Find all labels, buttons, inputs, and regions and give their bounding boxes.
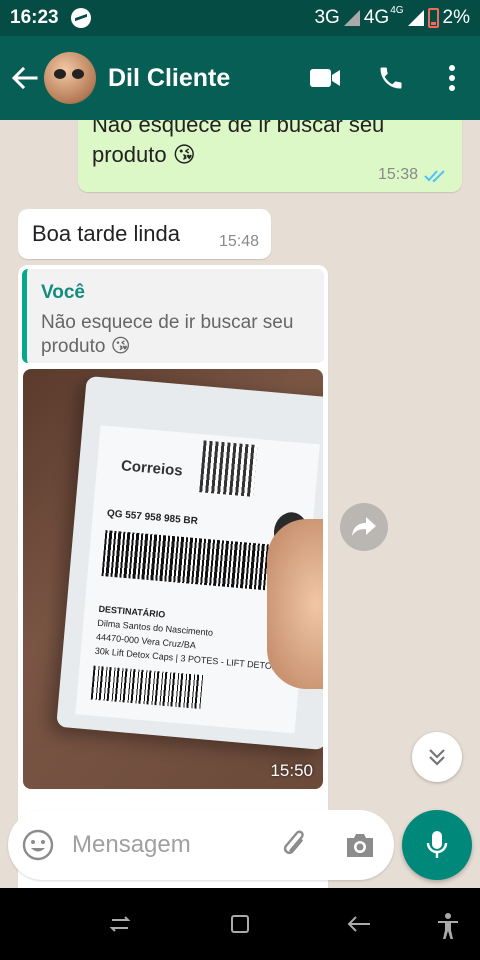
tracking-number: QG 557 958 985 BR xyxy=(106,508,199,528)
quoted-reply[interactable]: Você Não esquece de ir buscar seu produt… xyxy=(22,269,324,363)
message-composer xyxy=(8,810,394,880)
message-photo[interactable]: Correios QG 557 958 985 BR DESTINATÁRIO … xyxy=(23,369,323,789)
signal-4g-icon xyxy=(407,10,424,26)
microphone-icon xyxy=(426,831,448,858)
accessibility-icon[interactable] xyxy=(436,912,460,940)
carrier-logo: Correios xyxy=(120,457,184,480)
video-call-icon xyxy=(310,69,340,87)
barcode xyxy=(101,530,291,593)
read-ticks-icon xyxy=(424,170,445,183)
battery-percent: 2% xyxy=(442,7,470,28)
back-arrow-icon xyxy=(11,66,38,90)
voice-call-button[interactable] xyxy=(358,36,424,120)
messenger-icon xyxy=(70,8,91,28)
status-time: 16:23 xyxy=(10,7,59,28)
contact-avatar[interactable] xyxy=(44,52,96,104)
emoji-icon[interactable] xyxy=(22,829,54,861)
qr-code xyxy=(199,440,258,497)
forward-button[interactable] xyxy=(340,503,388,551)
network-4g-label: 4G xyxy=(363,7,390,28)
recent-apps-icon[interactable] xyxy=(108,912,132,936)
forward-icon xyxy=(352,517,376,536)
chevron-double-down-icon xyxy=(429,749,445,766)
contact-name[interactable]: Dil Cliente xyxy=(108,64,230,93)
message-text: Boa tarde linda xyxy=(32,221,180,246)
barcode-secondary xyxy=(90,665,204,710)
network-3g-label: 3G xyxy=(314,7,340,28)
more-options-icon xyxy=(449,65,455,91)
recipient-header: DESTINATÁRIO xyxy=(98,603,166,620)
home-icon[interactable] xyxy=(228,912,252,936)
back-button[interactable] xyxy=(4,36,44,120)
voice-record-button[interactable] xyxy=(402,810,472,880)
system-navigation-bar xyxy=(0,888,480,960)
scroll-to-bottom-button[interactable] xyxy=(412,732,462,782)
network-4g-sup: 4G xyxy=(390,4,404,16)
message-text: Nao esquece de ir buscar seu produto 😘 xyxy=(92,120,384,170)
message-time: 15:38 xyxy=(377,166,418,183)
chat-area[interactable]: Nao esquece de ir buscar seu produto 😘 1… xyxy=(0,120,480,888)
message-input[interactable] xyxy=(72,828,272,862)
outgoing-message[interactable]: Nao esquece de ir buscar seu produto 😘 1… xyxy=(78,120,462,192)
message-time: 15:48 xyxy=(218,233,259,250)
quoted-text: Não esquece de ir buscar seu produto 😘 xyxy=(41,312,294,357)
status-bar: 16:23 3G 4G 4G 2% xyxy=(0,0,480,36)
message-text-line-2: produto 😘 xyxy=(92,142,196,167)
message-text-line-1: Nao esquece de ir buscar seu xyxy=(92,120,385,137)
incoming-photo-message[interactable]: Você Não esquece de ir buscar seu produt… xyxy=(18,265,328,888)
phone-icon xyxy=(380,67,402,89)
more-options-button[interactable] xyxy=(424,36,480,120)
video-call-button[interactable] xyxy=(292,36,358,120)
battery-icon xyxy=(427,8,439,28)
attachment-icon[interactable] xyxy=(280,829,312,861)
quoted-author: Você xyxy=(41,282,86,303)
incoming-message[interactable]: Boa tarde linda 15:48 xyxy=(18,209,271,259)
hand-image xyxy=(267,519,323,689)
chat-header: Dil Cliente xyxy=(0,36,480,120)
signal-icon xyxy=(343,10,360,26)
back-nav-icon[interactable] xyxy=(346,912,372,936)
status-indicators: 3G 4G 4G 2% xyxy=(314,4,470,29)
message-time: 15:50 xyxy=(270,761,313,780)
camera-icon[interactable] xyxy=(344,830,376,860)
